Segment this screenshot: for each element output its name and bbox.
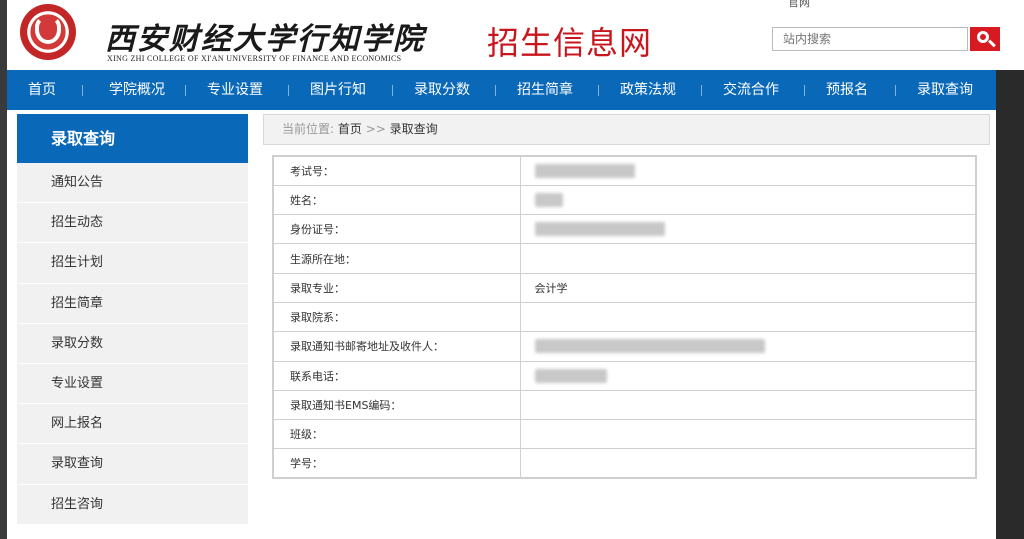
sidebar-item-brochure[interactable]: 招生简章 <box>17 283 248 324</box>
nav-item-about[interactable]: 学院概况 <box>97 70 177 110</box>
sidebar-item-online-apply[interactable]: 网上报名 <box>17 404 248 445</box>
sidebar-item-notices[interactable]: 通知公告 <box>17 163 248 204</box>
field-label-id-no: 身份证号： <box>272 214 521 245</box>
field-value-department <box>519 301 977 333</box>
redacted-value <box>534 192 563 207</box>
nav-item-brochure[interactable]: 招生简章 <box>510 70 580 110</box>
table-row: 联系电话： <box>272 360 977 391</box>
redacted-value <box>534 368 607 383</box>
redacted-value <box>534 339 765 354</box>
page-right-edge-top <box>996 0 1024 70</box>
table-row: 考试号： <box>272 155 977 186</box>
field-value-ems-code <box>519 389 977 421</box>
sidebar: 录取查询 通知公告 招生动态 招生计划 招生简章 录取分数 专业设置 网上报名 … <box>17 114 248 525</box>
field-value-id-no <box>519 214 977 245</box>
page-left-edge <box>0 0 7 539</box>
field-value-name <box>519 184 977 216</box>
field-label-major: 录取专业： <box>272 272 521 303</box>
table-row: 班级： <box>272 419 977 450</box>
field-value-major: 会计学 <box>519 272 977 303</box>
breadcrumb-separator: >> <box>365 122 386 136</box>
nav-item-preregister[interactable]: 预报名 <box>819 70 875 110</box>
field-value-mailing-address <box>519 331 977 362</box>
table-row: 录取通知书邮寄地址及收件人： <box>272 331 977 362</box>
table-row: 姓名： <box>272 184 977 216</box>
college-name-english: XING ZHI COLLEGE OF XI'AN UNIVERSITY OF … <box>107 54 402 63</box>
sidebar-item-plan[interactable]: 招生计划 <box>17 243 248 284</box>
admission-result-table: 考试号： 姓名： 身份证号： 生源所在地： 录取专业： 会计学 录取院系： 录取… <box>272 155 977 480</box>
college-name-calligraphy: 西安财经大学行知学院 <box>105 22 425 57</box>
redacted-value <box>534 222 665 237</box>
field-label-student-no: 学号： <box>272 448 521 479</box>
table-row: 学号： <box>272 448 977 479</box>
search-box <box>772 27 968 51</box>
main-nav: 首页 学院概况 专业设置 图片行知 录取分数 招生简章 政策法规 交流合作 预报… <box>7 70 996 110</box>
field-value-origin <box>519 243 977 274</box>
table-row: 录取院系： <box>272 301 977 333</box>
nav-item-scores[interactable]: 录取分数 <box>407 70 477 110</box>
nav-item-exchange[interactable]: 交流合作 <box>716 70 786 110</box>
college-seal-logo[interactable] <box>20 4 76 60</box>
breadcrumb-prefix: 当前位置: <box>282 122 335 136</box>
sidebar-item-consult[interactable]: 招生咨询 <box>17 484 248 525</box>
breadcrumb-current: 录取查询 <box>389 122 438 136</box>
sidebar-title: 录取查询 <box>17 114 248 163</box>
field-label-origin: 生源所在地： <box>272 243 521 274</box>
table-row: 身份证号： <box>272 214 977 245</box>
field-value-student-no <box>519 448 977 479</box>
sidebar-item-admission-query[interactable]: 录取查询 <box>17 444 248 485</box>
breadcrumb: 当前位置: 首页 >> 录取查询 <box>263 114 990 145</box>
table-row: 录取通知书EMS编码： <box>272 389 977 421</box>
field-label-class: 班级： <box>272 419 521 450</box>
page-right-edge <box>996 0 1024 539</box>
nav-item-policy[interactable]: 政策法规 <box>613 70 683 110</box>
nav-item-admission-query[interactable]: 录取查询 <box>910 70 980 110</box>
field-label-department: 录取院系： <box>272 301 521 333</box>
breadcrumb-home[interactable]: 首页 <box>338 122 362 136</box>
nav-item-gallery[interactable]: 图片行知 <box>303 70 373 110</box>
redacted-value <box>534 163 635 178</box>
field-value-exam-no <box>519 155 977 186</box>
field-label-name: 姓名： <box>272 184 521 216</box>
field-value-phone <box>519 360 977 391</box>
site-title: 招生信息网 <box>487 24 653 62</box>
seal-emblem-icon <box>35 16 61 44</box>
field-label-ems-code: 录取通知书EMS编码： <box>272 389 521 421</box>
sidebar-item-majors[interactable]: 专业设置 <box>17 363 248 405</box>
nav-item-home[interactable]: 首页 <box>17 70 67 110</box>
sidebar-item-news[interactable]: 招生动态 <box>17 203 248 244</box>
official-site-link[interactable]: 官网 <box>788 0 810 10</box>
field-label-phone: 联系电话： <box>272 360 521 391</box>
sidebar-item-scores[interactable]: 录取分数 <box>17 323 248 364</box>
site-header: 西安财经大学行知学院 XING ZHI COLLEGE OF XI'AN UNI… <box>7 0 1000 70</box>
table-row: 录取专业： 会计学 <box>272 272 977 303</box>
field-value-class <box>519 419 977 450</box>
search-button[interactable] <box>970 27 1000 51</box>
search-input[interactable] <box>773 28 967 50</box>
field-label-mailing-address: 录取通知书邮寄地址及收件人： <box>272 331 521 362</box>
nav-item-majors[interactable]: 专业设置 <box>200 70 270 110</box>
field-label-exam-no: 考试号： <box>272 155 521 186</box>
table-row: 生源所在地： <box>272 243 977 274</box>
